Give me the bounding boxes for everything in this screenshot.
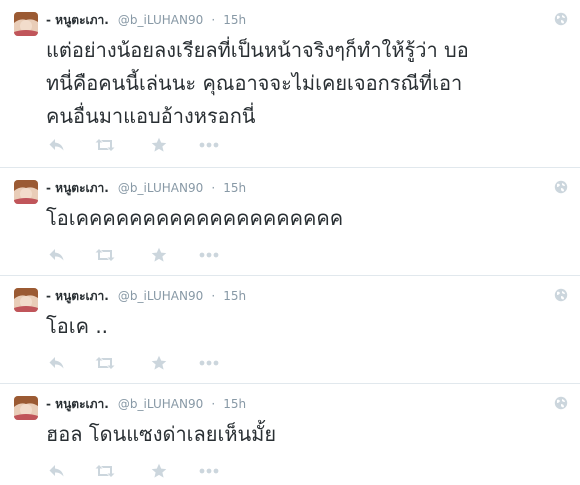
tweet-text: โอเคคคคคคคคคคคคคคคคคคคค	[46, 206, 344, 230]
retweet-button[interactable]	[94, 354, 116, 372]
tweet-item[interactable]: - หนูตะเภา. @b_iLUHAN90 · 15h โอเคคคคคคค…	[0, 168, 580, 276]
retweet-button[interactable]	[94, 246, 116, 264]
reply-button[interactable]	[46, 136, 68, 154]
globe-icon	[554, 12, 568, 26]
username[interactable]: @b_iLUHAN90	[118, 13, 203, 27]
star-icon	[151, 247, 167, 262]
avatar[interactable]	[14, 180, 38, 204]
star-icon	[151, 463, 167, 478]
reply-icon	[49, 249, 64, 261]
tweet-item[interactable]: - หนูตะเภา. @b_iLUHAN90 · 15h โอเค ..	[0, 276, 580, 384]
tweet-timeline: - หนูตะเภา. @b_iLUHAN90 · 15h แต่อย่างน้…	[0, 0, 580, 485]
favorite-button[interactable]	[148, 354, 170, 372]
avatar[interactable]	[14, 12, 38, 36]
globe-icon	[554, 180, 568, 194]
display-name[interactable]: - หนูตะเภา.	[46, 289, 109, 303]
retweet-icon	[95, 249, 115, 261]
username[interactable]: @b_iLUHAN90	[118, 397, 203, 411]
display-name[interactable]: - หนูตะเภา.	[46, 13, 109, 27]
more-icon	[199, 468, 219, 474]
star-icon	[151, 355, 167, 370]
favorite-button[interactable]	[148, 246, 170, 264]
tweet-item[interactable]: - หนูตะเภา. @b_iLUHAN90 · 15h แต่อย่างน้…	[0, 0, 580, 168]
favorite-button[interactable]	[148, 462, 170, 480]
separator-dot: ·	[211, 181, 216, 195]
reply-button[interactable]	[46, 462, 68, 480]
more-icon	[199, 142, 219, 148]
tweet-header: - หนูตะเภา. @b_iLUHAN90 · 15h	[46, 10, 246, 28]
tweet-header: - หนูตะเภา. @b_iLUHAN90 · 15h	[46, 178, 246, 196]
more-button[interactable]	[198, 136, 220, 154]
separator-dot: ·	[211, 13, 216, 27]
tweet-header: - หนูตะเภา. @b_iLUHAN90 · 15h	[46, 286, 246, 304]
favorite-button[interactable]	[148, 136, 170, 154]
avatar[interactable]	[14, 288, 38, 312]
timestamp[interactable]: 15h	[223, 13, 246, 27]
more-button[interactable]	[198, 462, 220, 480]
more-button[interactable]	[198, 354, 220, 372]
timestamp[interactable]: 15h	[223, 397, 246, 411]
display-name[interactable]: - หนูตะเภา.	[46, 397, 109, 411]
display-name[interactable]: - หนูตะเภา.	[46, 181, 109, 195]
username[interactable]: @b_iLUHAN90	[118, 289, 203, 303]
retweet-button[interactable]	[94, 462, 116, 480]
tweet-text: โอเค ..	[46, 314, 109, 338]
more-icon	[199, 252, 219, 258]
star-icon	[151, 137, 167, 152]
separator-dot: ·	[211, 289, 216, 303]
reply-icon	[49, 139, 64, 151]
avatar[interactable]	[14, 396, 38, 420]
globe-icon	[554, 288, 568, 302]
tweet-header: - หนูตะเภา. @b_iLUHAN90 · 15h	[46, 394, 246, 412]
tweet-item[interactable]: - หนูตะเภา. @b_iLUHAN90 · 15h ฮอล โดนแซง…	[0, 384, 580, 485]
tweet-text: ฮอล โดนแซงด่าเลยเห็นมั้ย	[46, 422, 277, 446]
more-button[interactable]	[198, 246, 220, 264]
retweet-icon	[95, 139, 115, 151]
more-icon	[199, 360, 219, 366]
reply-button[interactable]	[46, 354, 68, 372]
reply-icon	[49, 465, 64, 477]
globe-icon	[554, 396, 568, 410]
separator-dot: ·	[211, 397, 216, 411]
retweet-icon	[95, 357, 115, 369]
timestamp[interactable]: 15h	[223, 289, 246, 303]
timestamp[interactable]: 15h	[223, 181, 246, 195]
reply-button[interactable]	[46, 246, 68, 264]
tweet-text: แต่อย่างน้อยลงเรียลที่เป็นหน้าจริงๆก็ทำใ…	[46, 38, 469, 128]
username[interactable]: @b_iLUHAN90	[118, 181, 203, 195]
reply-icon	[49, 357, 64, 369]
retweet-icon	[95, 465, 115, 477]
retweet-button[interactable]	[94, 136, 116, 154]
